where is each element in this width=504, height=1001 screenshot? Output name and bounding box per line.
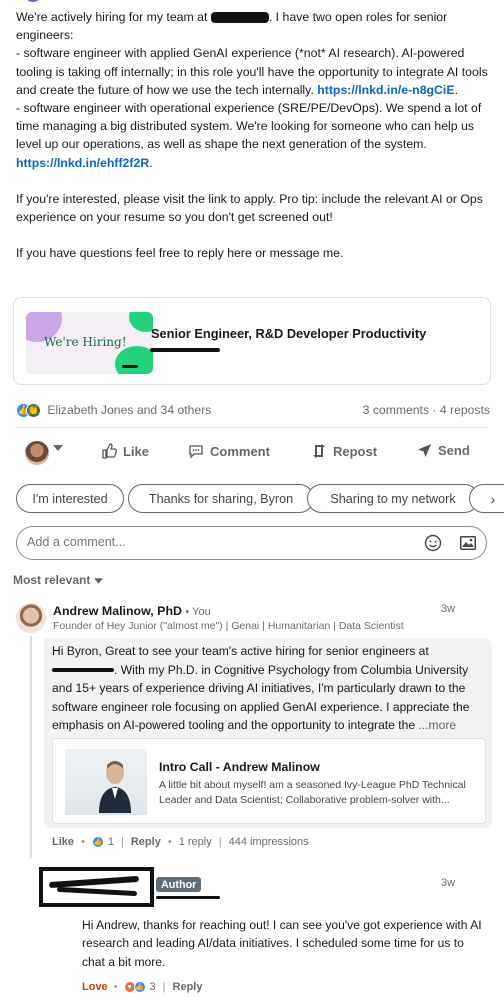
reply-reaction-count[interactable]: 3 bbox=[150, 981, 156, 993]
comment-icon bbox=[189, 445, 203, 459]
comment-time: 3w bbox=[441, 603, 456, 615]
redacted-company bbox=[52, 668, 114, 673]
job-card[interactable]: We're Hiring! Senior Engineer, R&D Devel… bbox=[13, 297, 491, 385]
reply-actions: Love • ♥ 👍 3 | Reply bbox=[82, 981, 203, 993]
like-button[interactable]: Like bbox=[101, 443, 149, 459]
reply-time: 3w bbox=[441, 877, 456, 889]
post-line1-b: . I have two open roles for senior bbox=[268, 10, 448, 24]
thread-line bbox=[30, 636, 32, 858]
like-reaction-icon: 👍 bbox=[91, 836, 104, 848]
role1-link[interactable]: https://lnkd.in/e-n8gCiE bbox=[317, 83, 454, 97]
chips-scroll-right-button[interactable]: › bbox=[469, 484, 504, 513]
emoji-icon[interactable] bbox=[424, 534, 442, 555]
comment-actions: Like • 👍 1 | Reply • 1 reply | 444 impre… bbox=[52, 836, 309, 848]
comment-box bbox=[16, 526, 487, 560]
author-badge: Author bbox=[156, 877, 202, 892]
role2-link[interactable]: https://lnkd.in/ehff2f2R bbox=[16, 156, 149, 170]
post-line1-a: We're actively hiring for my team at bbox=[16, 10, 208, 24]
job-card-title[interactable]: Senior Engineer, R&D Developer Productiv… bbox=[151, 326, 426, 341]
post-line2: engineers: bbox=[16, 28, 74, 43]
repost-icon bbox=[313, 444, 325, 458]
celebrate-reaction-icon: 👏 bbox=[26, 403, 41, 419]
chip-thanks-for-sharing[interactable]: Thanks for sharing, Byron bbox=[128, 484, 314, 513]
comment-text: Hi Byron, Great to see your team's activ… bbox=[52, 644, 470, 732]
comments-reposts-count[interactable]: 3 comments · 4 reposts bbox=[363, 403, 490, 417]
reply-reply-button[interactable]: Reply bbox=[173, 981, 203, 993]
link-card-description: A little bit about myself! am a seasoned… bbox=[159, 779, 466, 806]
intro-call-link-card[interactable]: Intro Call - Andrew Malinow A little bit… bbox=[52, 738, 486, 824]
reactors-text[interactable]: Elizabeth Jones and 34 others bbox=[47, 403, 211, 417]
send-button[interactable]: Send bbox=[417, 443, 470, 458]
actor-dropdown-chevron-icon[interactable] bbox=[53, 445, 63, 451]
post-para2: If you're interested, please visit the l… bbox=[16, 191, 483, 225]
comment-like-button[interactable]: Like bbox=[52, 836, 74, 848]
sort-dropdown[interactable]: Most relevant bbox=[13, 573, 103, 587]
see-more-link[interactable]: ...more bbox=[418, 718, 456, 732]
intro-call-thumbnail bbox=[65, 749, 147, 815]
redacted-company-scribble bbox=[150, 348, 220, 352]
commenter-name[interactable]: Andrew Malinow, PhD • You bbox=[53, 604, 211, 618]
comment-button[interactable]: Comment bbox=[188, 443, 270, 459]
divider bbox=[16, 427, 488, 428]
post-body: We're actively hiring for my team at . I… bbox=[16, 8, 490, 262]
commenter-headline: Founder of Hey Junior ("almost me") | Ge… bbox=[53, 620, 404, 632]
send-icon bbox=[417, 443, 432, 458]
comment-input[interactable] bbox=[27, 535, 407, 549]
person-photo-icon bbox=[99, 761, 131, 813]
impressions-count: 444 impressions bbox=[228, 836, 309, 848]
comment-reply-button[interactable]: Reply bbox=[131, 836, 161, 848]
post-action-bar: Like Comment Repost Send bbox=[0, 438, 504, 466]
reaction-icons[interactable]: 👍 👏 bbox=[16, 403, 41, 419]
thumbs-up-icon bbox=[102, 443, 117, 459]
link-card-title: Intro Call - Andrew Malinow bbox=[159, 760, 320, 774]
chip-interested[interactable]: I'm interested bbox=[16, 484, 124, 513]
redacted-headline-scribble bbox=[156, 896, 220, 899]
comment-like-count[interactable]: 1 bbox=[108, 836, 114, 848]
chip-sharing-to-network[interactable]: Sharing to my network bbox=[307, 484, 479, 513]
caret-down-icon bbox=[93, 578, 103, 584]
role2-text: - software engineer with operational exp… bbox=[16, 101, 482, 152]
like-reaction-icon: 👍 bbox=[133, 981, 146, 993]
suggestion-chips: I'm interested Thanks for sharing, Byron… bbox=[16, 484, 504, 514]
chevron-right-icon: › bbox=[490, 490, 496, 507]
redacted-author-identity bbox=[39, 867, 154, 907]
actor-avatar[interactable] bbox=[25, 441, 49, 465]
reply-love-button[interactable]: Love bbox=[82, 981, 108, 993]
social-counts: 👍 👏 Elizabeth Jones and 34 others 3 comm… bbox=[16, 403, 490, 421]
reply-count[interactable]: 1 reply bbox=[179, 836, 212, 848]
redacted-company-scribble-2 bbox=[122, 365, 138, 368]
commenter-avatar[interactable] bbox=[16, 603, 46, 633]
repost-button[interactable]: Repost bbox=[311, 443, 377, 459]
redacted-company bbox=[210, 12, 269, 24]
poster-avatar-partial bbox=[26, 0, 40, 2]
reply-text: Hi Andrew, thanks for reaching out! I ca… bbox=[82, 918, 482, 969]
post-para3: If you have questions feel free to reply… bbox=[16, 246, 344, 261]
image-icon[interactable] bbox=[459, 534, 477, 555]
job-card-thumb-text: We're Hiring! bbox=[44, 335, 127, 349]
